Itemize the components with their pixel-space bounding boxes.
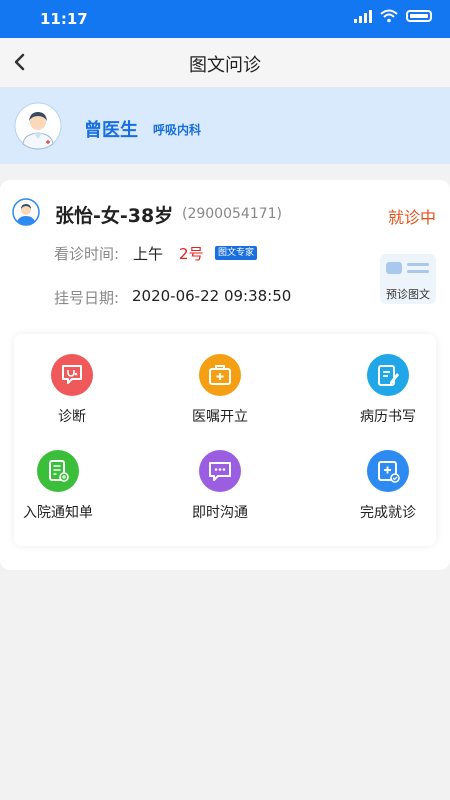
complete-visit-button[interactable]: 完成就诊 — [328, 450, 448, 522]
doctor-name: 曾医生 — [84, 120, 138, 141]
visit-status: 就诊中 — [387, 208, 436, 227]
medical-kit-icon — [209, 365, 231, 385]
medical-order-label: 医嘱开立 — [192, 409, 248, 425]
complete-visit-icon — [378, 461, 400, 483]
doctor-avatar-icon — [14, 102, 62, 150]
patient-avatar-icon — [12, 198, 40, 226]
medical-order-button[interactable]: 医嘱开立 — [160, 354, 280, 426]
page-title: 图文问诊 — [189, 55, 261, 76]
visit-period: 上午 — [133, 245, 164, 263]
chat-icon — [209, 462, 231, 481]
status-icons — [354, 9, 432, 23]
status-bar: 11:17 — [0, 0, 450, 38]
wifi-icon — [380, 9, 398, 23]
diagnosis-button[interactable]: 诊断 — [12, 354, 132, 426]
visit-number: 2号 — [179, 245, 204, 263]
stethoscope-icon — [62, 365, 82, 384]
id-card-icon — [386, 262, 429, 274]
register-date-label: 挂号日期: — [54, 289, 120, 307]
complete-visit-icon-circle — [367, 450, 409, 492]
admission-notice-button[interactable]: 入院通知单 — [0, 450, 118, 522]
instant-chat-label: 即时沟通 — [192, 505, 248, 521]
record-writing-button[interactable]: 病历书写 — [328, 354, 448, 426]
admission-notice-label: 入院通知单 — [23, 505, 93, 521]
status-time: 11:17 — [40, 10, 88, 28]
medical-order-icon-circle — [199, 354, 241, 396]
patient-card: 张怡-女-38岁 (2900054171) 就诊中 看诊时间: 上午 2号 图文… — [0, 180, 450, 570]
admission-notice-icon-circle — [37, 450, 79, 492]
register-date: 2020-06-22 09:38:50 — [132, 287, 292, 305]
record-writing-label: 病历书写 — [360, 409, 416, 425]
record-writing-icon-circle — [367, 354, 409, 396]
pre-consult-button[interactable]: 预诊图文 — [380, 254, 436, 304]
doctor-department: 呼吸内科 — [153, 123, 202, 137]
action-panel: 诊断 医嘱开立 病历书写 入院通知单 即时沟通 完成就诊 — [14, 334, 436, 546]
diagnosis-label: 诊断 — [58, 409, 86, 425]
doctor-banner: 曾医生 呼吸内科 — [0, 88, 450, 164]
pre-consult-label: 预诊图文 — [386, 288, 430, 301]
patient-name: 张怡-女-38岁 — [55, 205, 174, 227]
battery-icon — [406, 10, 432, 22]
complete-visit-label: 完成就诊 — [360, 505, 416, 521]
signal-icon — [354, 9, 372, 23]
expert-badge: 图文专家 — [215, 246, 258, 260]
clipboard-edit-icon — [378, 365, 399, 386]
nav-bar: 图文问诊 — [0, 38, 450, 88]
patient-id: (2900054171) — [182, 206, 282, 222]
visit-time-label: 看诊时间: — [54, 245, 120, 263]
admission-form-icon — [49, 460, 69, 482]
diagnosis-icon-circle — [51, 354, 93, 396]
instant-chat-icon-circle — [199, 450, 241, 492]
instant-chat-button[interactable]: 即时沟通 — [160, 450, 280, 522]
